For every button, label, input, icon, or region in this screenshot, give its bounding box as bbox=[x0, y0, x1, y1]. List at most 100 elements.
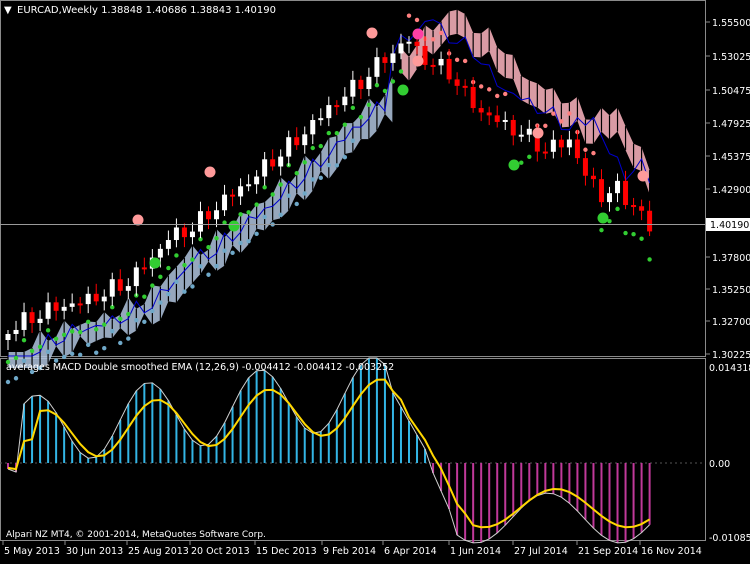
bull-candle bbox=[133, 267, 139, 287]
bull-candle bbox=[302, 134, 308, 146]
green-dot bbox=[238, 212, 243, 217]
blue-dot bbox=[166, 291, 171, 297]
green-dot bbox=[398, 69, 404, 74]
positive-bar bbox=[375, 357, 378, 463]
positive-bar bbox=[95, 457, 98, 463]
bull-candle bbox=[366, 76, 372, 90]
pink-dot bbox=[543, 123, 548, 129]
green-dot bbox=[94, 327, 99, 332]
blue-dot bbox=[238, 240, 243, 246]
bear-candle bbox=[478, 108, 484, 113]
positive-bar bbox=[175, 414, 178, 463]
bull-candle bbox=[5, 334, 11, 340]
green-dot bbox=[118, 316, 123, 321]
pink-dot bbox=[478, 84, 484, 89]
green-dot bbox=[390, 79, 396, 84]
green-dot bbox=[278, 182, 283, 187]
pink-dot bbox=[503, 91, 508, 97]
bull-candle bbox=[37, 318, 43, 323]
blue-dot bbox=[334, 163, 340, 168]
positive-bar bbox=[183, 429, 186, 463]
bull-candle bbox=[390, 53, 396, 63]
negative-bar bbox=[528, 463, 531, 501]
green-dot bbox=[519, 160, 524, 165]
green-dot bbox=[246, 210, 251, 215]
bear-candle bbox=[582, 158, 588, 176]
signal-dots bbox=[132, 27, 649, 269]
green-dot bbox=[623, 230, 628, 236]
negative-bar bbox=[512, 463, 515, 517]
green-dot bbox=[366, 102, 372, 108]
bull-candle bbox=[69, 303, 75, 307]
green-dot bbox=[77, 329, 83, 335]
blue-dot bbox=[278, 212, 283, 217]
negative-bar bbox=[456, 463, 459, 536]
bear-candle bbox=[181, 227, 187, 238]
positive-bar bbox=[215, 436, 218, 463]
blue-dot bbox=[318, 175, 323, 181]
bull-candle bbox=[607, 193, 612, 203]
chart-expand-icon[interactable]: ▼ bbox=[4, 5, 12, 16]
pink-dot bbox=[583, 147, 588, 152]
bear-candle bbox=[470, 86, 476, 109]
negative-bar bbox=[496, 463, 499, 533]
green-dot bbox=[374, 82, 380, 88]
positive-bar bbox=[416, 435, 419, 463]
bull-candle bbox=[21, 312, 27, 330]
signal-dot bbox=[508, 159, 520, 171]
green-dot bbox=[254, 202, 259, 207]
blue-dot bbox=[150, 308, 155, 314]
bear-candle bbox=[358, 79, 364, 90]
bull-candle bbox=[342, 96, 348, 106]
positive-bar bbox=[408, 421, 410, 463]
blue-dot bbox=[198, 264, 203, 269]
blue-dot bbox=[222, 248, 227, 253]
positive-bar bbox=[359, 364, 362, 463]
bear-candle bbox=[334, 105, 340, 108]
green-dot bbox=[382, 88, 388, 94]
pink-dot bbox=[414, 17, 420, 23]
positive-bar bbox=[71, 441, 74, 463]
price-tick-label: 1.37800 bbox=[712, 253, 750, 264]
positive-bar bbox=[343, 393, 346, 463]
price-scale: 1.55500 1.53025 1.50475 1.47925 1.45375 1.429… bbox=[705, 18, 750, 361]
bull-candle bbox=[398, 43, 404, 54]
blue-dot bbox=[262, 214, 267, 220]
blue-dot bbox=[102, 346, 107, 351]
bull-candle bbox=[550, 139, 556, 152]
negative-bar bbox=[600, 463, 603, 536]
indicator-tick-label: -0.010859 bbox=[709, 533, 750, 544]
chart-canvas[interactable]: ▼ EURCAD,Weekly 1.38848 1.40686 1.38843 … bbox=[0, 0, 750, 560]
blue-dot bbox=[214, 263, 219, 269]
time-tick-label: 20 Oct 2013 bbox=[191, 546, 250, 557]
positive-bar bbox=[135, 390, 138, 463]
green-dot bbox=[615, 206, 620, 212]
bull-candle bbox=[197, 211, 203, 232]
time-tick-label: 6 Apr 2014 bbox=[384, 546, 437, 557]
price-tick-label: 1.30225 bbox=[712, 350, 750, 361]
bear-candle bbox=[382, 57, 388, 63]
pink-dot bbox=[462, 58, 468, 64]
price-tick-label: 1.32700 bbox=[712, 317, 750, 328]
bull-candle bbox=[350, 79, 356, 97]
positive-bar bbox=[223, 422, 226, 463]
indicator-scale: 0.014318 0.00 -0.010859 bbox=[709, 363, 750, 544]
positive-bar bbox=[63, 426, 66, 463]
blue-dot bbox=[294, 201, 299, 207]
green-dot bbox=[342, 122, 348, 127]
ichimoku-cloud bbox=[7, 9, 651, 368]
green-dot bbox=[86, 319, 91, 325]
bear-candle bbox=[446, 58, 452, 80]
positive-bar bbox=[295, 417, 298, 463]
bull-candle bbox=[310, 120, 316, 135]
bull-candle bbox=[246, 184, 252, 187]
time-tick-label: 25 Aug 2013 bbox=[128, 546, 189, 557]
green-dot bbox=[29, 348, 35, 354]
blue-dot bbox=[94, 350, 99, 355]
positive-bar bbox=[335, 409, 338, 463]
negative-bar bbox=[616, 463, 619, 543]
negative-bar bbox=[592, 463, 595, 529]
price-tick-label: 1.50475 bbox=[712, 86, 750, 97]
bull-candle bbox=[406, 41, 412, 44]
green-dot bbox=[142, 294, 147, 299]
